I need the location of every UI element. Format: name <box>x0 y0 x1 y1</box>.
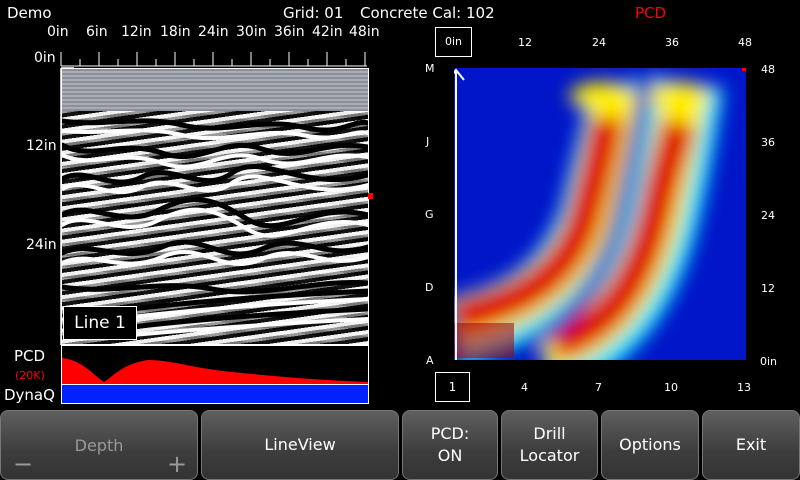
options-button[interactable]: Options <box>601 410 699 480</box>
bottom-axis-label: 13 <box>737 381 751 394</box>
top-axis-label: 36 <box>665 36 679 49</box>
left-axis-label: M <box>425 62 435 75</box>
right-axis-label: 48 <box>761 63 775 76</box>
scan-image[interactable] <box>61 68 369 345</box>
depth-button[interactable]: Depth − + <box>0 410 198 480</box>
pcd-label: PCD <box>14 347 46 365</box>
top-axis-label: 12 <box>518 36 532 49</box>
drill-locator-line2: Locator <box>519 446 580 465</box>
depth-increase-button[interactable]: + <box>167 452 187 476</box>
pcd-gain: (20K) <box>15 369 45 382</box>
drill-locator-button[interactable]: Drill Locator <box>501 410 598 480</box>
line-label: Line 1 <box>63 306 137 340</box>
left-axis-label: A <box>426 354 434 367</box>
pcd-heatmap[interactable] <box>454 68 746 360</box>
y-ruler-label: 0in <box>34 50 56 66</box>
bottom-axis-label: 4 <box>521 381 528 394</box>
bottom-axis-label: 7 <box>595 381 602 394</box>
top-axis-origin: 0in <box>435 27 472 57</box>
x-ruler-label: 48in <box>349 24 380 40</box>
right-axis-label: 12 <box>761 282 775 295</box>
bottom-axis-origin: 1 <box>435 372 470 402</box>
bottom-axis-label: 10 <box>664 381 678 394</box>
pcd-toggle-label: PCD: <box>430 424 470 443</box>
x-ruler-label: 24in <box>198 24 229 40</box>
depth-decrease-button[interactable]: − <box>13 452 33 476</box>
mode-label: Demo <box>7 4 52 22</box>
x-ruler-label: 12in <box>121 24 152 40</box>
pcd-graph <box>61 345 369 385</box>
left-axis-label: J <box>426 135 430 148</box>
dynaq-bar <box>61 384 369 404</box>
exit-button[interactable]: Exit <box>702 410 800 480</box>
pcd-toggle-button[interactable]: PCD: ON <box>402 410 498 480</box>
top-axis-label: 24 <box>592 36 606 49</box>
right-axis-label: 24 <box>761 209 775 222</box>
heatmap-axis-arrow <box>454 68 465 360</box>
x-ruler-label: 18in <box>160 24 191 40</box>
x-ruler-label: 6in <box>86 24 108 40</box>
scan-reflections <box>62 118 368 337</box>
y-ruler-label: 24in <box>26 237 57 253</box>
left-axis-label: D <box>425 281 434 294</box>
x-ruler-label: 30in <box>236 24 267 40</box>
depth-marker[interactable] <box>368 193 373 199</box>
drill-locator-line1: Drill <box>533 424 566 443</box>
right-axis-label: 0in <box>760 355 778 368</box>
lineview-button[interactable]: LineView <box>201 410 399 480</box>
pcd-title: PCD <box>635 4 667 22</box>
right-axis-label: 36 <box>761 136 775 149</box>
y-ruler-label: 12in <box>26 138 57 154</box>
heatmap-plot <box>454 68 724 360</box>
grid-label: Grid: 01 <box>283 4 344 22</box>
dynaq-label: DynaQ <box>4 386 55 404</box>
left-axis-label: G <box>425 208 434 221</box>
pcd-toggle-state: ON <box>437 446 463 465</box>
x-ruler-ticks <box>60 52 367 67</box>
heatmap-marker <box>742 68 746 71</box>
x-ruler-label: 0in <box>47 24 69 40</box>
x-ruler-label: 42in <box>312 24 343 40</box>
top-axis-label: 48 <box>738 36 752 49</box>
x-ruler-label: 36in <box>274 24 305 40</box>
calibration-label: Concrete Cal: 102 <box>360 4 495 22</box>
pcd-waveform <box>62 358 368 384</box>
